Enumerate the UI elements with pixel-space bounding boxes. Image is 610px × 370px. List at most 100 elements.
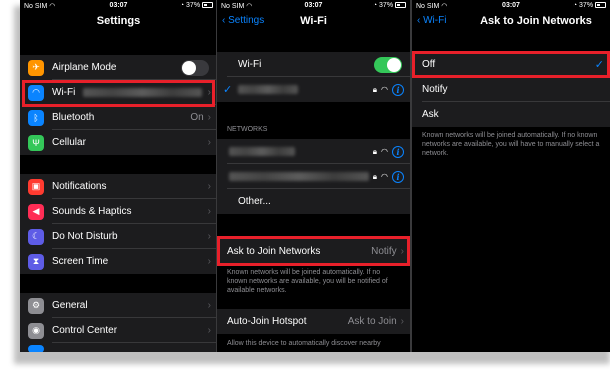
settings-item-partial [20, 343, 217, 352]
settings-screen: No SIM ◠ 03:07 ◔ 37% Settings ✈ Airplane… [20, 0, 217, 352]
chevron-right-icon: › [207, 181, 211, 192]
chevron-right-icon: › [207, 300, 211, 311]
info-icon[interactable]: i [392, 170, 404, 183]
settings-item-airplane-mode[interactable]: ✈ Airplane Mode [20, 55, 217, 80]
antenna-icon: Ψ [28, 134, 44, 151]
battery-icon [395, 2, 406, 8]
settings-item-label: Notifications [52, 181, 107, 192]
networks-header: NETWORKS [227, 126, 268, 133]
status-bar: No SIM ◠ 03:07 ◔ 37% [20, 0, 217, 12]
settings-item-control-center[interactable]: ◉ Control Center › [20, 318, 217, 343]
battery-status: ◔ 37% [180, 2, 213, 9]
page-title: Wi-Fi [300, 15, 327, 27]
settings-item-wifi[interactable]: ◠ Wi-Fi › [20, 80, 217, 105]
option-ask[interactable]: Ask [412, 102, 610, 127]
moon-icon: ☾ [28, 228, 44, 245]
wifi-screen: No SIM ◠ 03:07 ◔ 37% ‹ Settings Wi-Fi Wi… [217, 0, 410, 352]
battery-icon [202, 2, 213, 8]
settings-item-sounds[interactable]: ◀ Sounds & Haptics › [20, 199, 217, 224]
lock-icon: 🔒︎ [372, 146, 378, 156]
ask-to-join-value: Notify [371, 246, 397, 257]
settings-item-label: Wi-Fi [52, 87, 76, 98]
network-name-redacted [83, 88, 202, 97]
network-name-redacted [238, 85, 299, 94]
lock-icon: 🔒︎ [372, 84, 378, 94]
navbar: Settings [20, 12, 217, 32]
status-bar: No SIM ◠ 03:07 ◔ 37% [217, 0, 410, 12]
networks-group: 🔒︎ ◠ i 🔒︎ ◠ i Other... [217, 139, 410, 214]
settings-item-label: Airplane Mode [52, 62, 117, 73]
network-status-icons: 🔒︎ ◠ i [372, 145, 404, 158]
option-label: Off [422, 59, 436, 70]
settings-item-general[interactable]: ⚙ General › [20, 293, 217, 318]
ask-options-group: Off ✓ Notify Ask [412, 52, 610, 127]
screenshot-frame: No SIM ◠ 03:07 ◔ 37% Settings ✈ Airplane… [20, 0, 610, 352]
settings-item-do-not-disturb[interactable]: ☾ Do Not Disturb › [20, 224, 217, 249]
checkmark-icon: ✓ [223, 84, 233, 96]
network-row[interactable]: 🔒︎ ◠ i [217, 139, 410, 164]
gear-icon: ⚙ [28, 297, 44, 314]
status-bar: No SIM ◠ 03:07 ◔ 37% [412, 0, 610, 12]
chevron-right-icon: › [400, 246, 404, 257]
other-network-row[interactable]: Other... [217, 189, 410, 214]
ask-to-join-row[interactable]: Ask to Join Networks Notify › [217, 239, 410, 264]
network-status-icons: 🔒︎ ◠ i [372, 170, 404, 183]
bluetooth-icon: ᛒ [28, 109, 44, 126]
auto-join-hotspot-value: Ask to Join [347, 316, 397, 327]
network-name-redacted [229, 147, 295, 156]
lock-rotation-icon: ◔ [572, 2, 578, 9]
airplane-icon: ✈ [28, 59, 44, 76]
settings-item-label: Do Not Disturb [52, 231, 118, 242]
chevron-right-icon: › [400, 316, 404, 327]
wifi-signal-icon: ◠ [381, 85, 388, 94]
settings-item-label: General [52, 300, 88, 311]
network-name-redacted [229, 172, 369, 181]
settings-item-bluetooth[interactable]: ᛒ Bluetooth On › [20, 105, 217, 130]
option-label: Ask [422, 109, 439, 120]
network-row[interactable]: 🔒︎ ◠ i [217, 164, 410, 189]
info-icon[interactable]: i [392, 145, 404, 158]
wifi-toggle-row[interactable]: Wi-Fi [217, 52, 410, 77]
ask-to-join-label: Ask to Join Networks [227, 246, 321, 257]
lock-rotation-icon: ◔ [372, 2, 378, 9]
other-network-label: Other... [238, 196, 271, 207]
wifi-signal-icon: ◠ [381, 147, 388, 156]
notifications-group: ▣ Notifications › ◀ Sounds & Haptics › ☾… [20, 174, 217, 274]
chevron-right-icon: › [207, 112, 211, 123]
settings-item-label: Control Center [52, 325, 118, 336]
display-icon [28, 345, 44, 352]
switches-icon: ◉ [28, 322, 44, 339]
ask-to-join-footer: Known networks will be joined automatica… [227, 269, 388, 294]
lock-icon: 🔒︎ [372, 171, 378, 181]
option-notify[interactable]: Notify [412, 77, 610, 102]
bluetooth-value: On [190, 112, 204, 123]
info-icon[interactable]: i [392, 83, 404, 96]
connected-network-row[interactable]: ✓ 🔒︎ ◠ i [217, 77, 410, 102]
option-off[interactable]: Off ✓ [412, 52, 610, 77]
page-title: Settings [96, 15, 141, 27]
option-label: Notify [422, 84, 448, 95]
auto-join-hotspot-row[interactable]: Auto-Join Hotspot Ask to Join › [217, 309, 410, 334]
back-button[interactable]: ‹ Wi-Fi [417, 15, 446, 26]
page-title: Ask to Join Networks [480, 15, 592, 27]
checkmark-icon: ✓ [594, 59, 604, 71]
settings-item-notifications[interactable]: ▣ Notifications › [20, 174, 217, 199]
auto-join-group: Auto-Join Hotspot Ask to Join › [217, 309, 410, 334]
lock-rotation-icon: ◔ [179, 2, 185, 9]
ask-options-footer: Known networks will be joined automatica… [422, 132, 600, 157]
speaker-icon: ◀ [28, 203, 44, 220]
settings-item-screen-time[interactable]: ⧗ Screen Time › [20, 249, 217, 274]
auto-join-hotspot-label: Auto-Join Hotspot [227, 316, 307, 327]
chevron-right-icon: › [207, 231, 211, 242]
wifi-icon: ◠ [28, 84, 44, 101]
settings-item-cellular[interactable]: Ψ Cellular › [20, 130, 217, 155]
network-status-icons: 🔒︎ ◠ i [372, 83, 404, 96]
wifi-toggle[interactable] [374, 56, 402, 73]
navbar: ‹ Settings Wi-Fi [217, 12, 410, 32]
airplane-mode-toggle[interactable] [181, 59, 209, 76]
settings-item-label: Screen Time [52, 256, 109, 267]
wifi-toggle-label: Wi-Fi [238, 59, 262, 70]
battery-status: ◔ 37% [373, 2, 406, 9]
notifications-icon: ▣ [28, 178, 44, 195]
battery-status: ◔ 37% [573, 2, 606, 9]
